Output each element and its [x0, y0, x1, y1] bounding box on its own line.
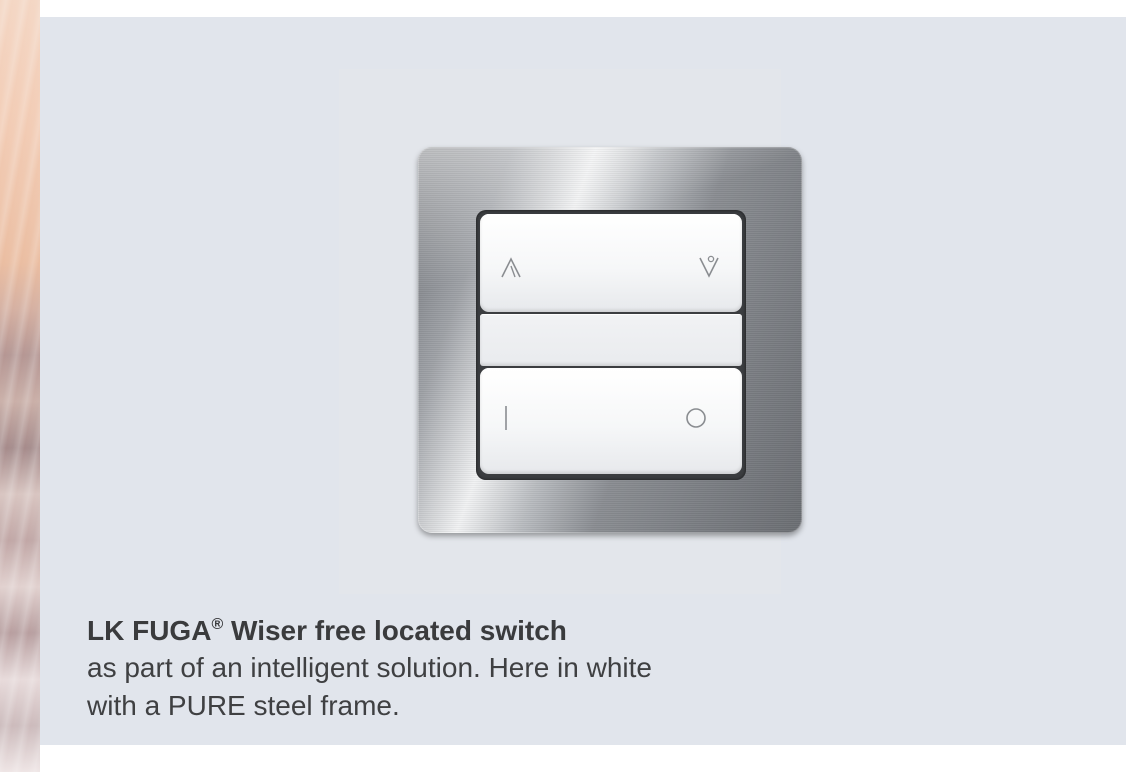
on-symbol-icon [505, 406, 507, 430]
switch-frame [418, 147, 802, 533]
caption-title-brand: LK FUGA [87, 615, 212, 646]
product-panel: LK FUGA® Wiser free located switch as pa… [40, 17, 1126, 745]
page: LK FUGA® Wiser free located switch as pa… [0, 0, 1126, 772]
registered-mark: ® [211, 616, 224, 633]
up-arrow-icon [501, 257, 521, 278]
off-symbol-icon [686, 408, 706, 428]
switch-insert [476, 210, 746, 480]
caption-title-rest: Wiser free located switch [223, 615, 567, 646]
caption-line-1: as part of an intelligent solution. Here… [87, 652, 652, 683]
caption-title: LK FUGA® Wiser free located switch [87, 613, 887, 649]
top-rocker[interactable] [480, 214, 742, 312]
product-caption: LK FUGA® Wiser free located switch as pa… [87, 613, 887, 725]
middle-rocker[interactable] [480, 314, 742, 366]
caption-line-2: with a PURE steel frame. [87, 690, 400, 721]
down-arrow-icon [699, 255, 719, 278]
background-photo-edge [0, 0, 40, 772]
bottom-rocker[interactable] [480, 368, 742, 474]
